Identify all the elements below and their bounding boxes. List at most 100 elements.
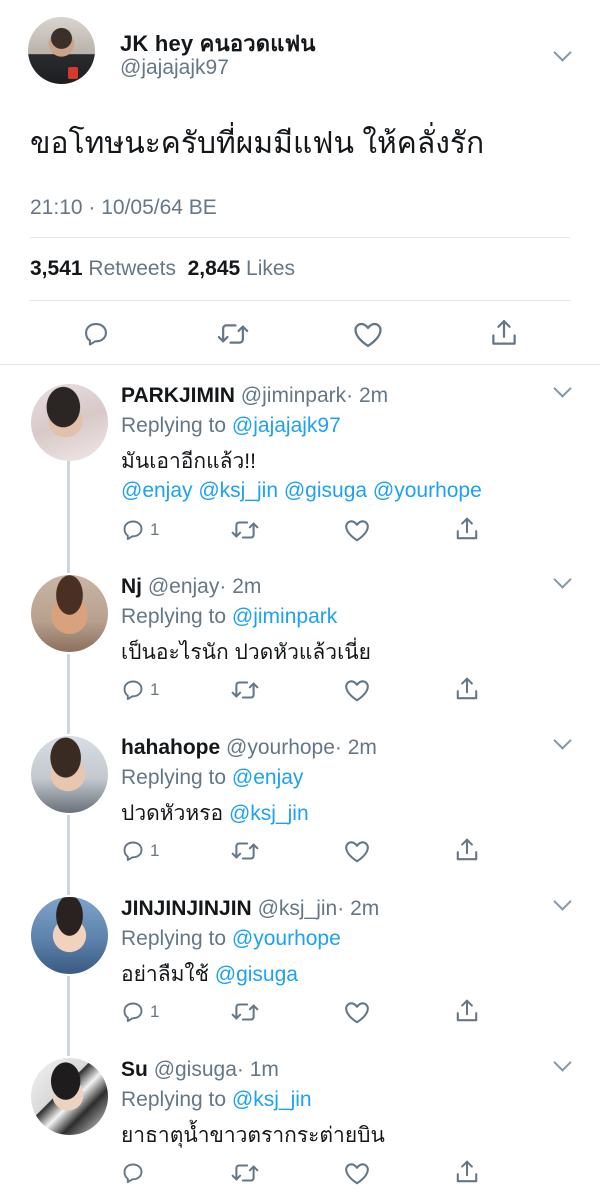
user-handle[interactable]: @jajajajk97: [120, 56, 229, 80]
replying-to-handle[interactable]: @enjay: [232, 766, 304, 789]
reply-actions: 1: [121, 837, 481, 865]
avatar[interactable]: [31, 1058, 108, 1135]
like-button[interactable]: [344, 518, 370, 542]
retweet-label[interactable]: Retweets: [88, 257, 176, 280]
divider: [30, 300, 570, 301]
display-name[interactable]: hahahope: [121, 736, 220, 759]
replying-to-handle[interactable]: @jajajajk97: [232, 414, 341, 437]
tweet-timestamp: 21:10 · 10/05/64 BE: [30, 196, 217, 219]
like-button[interactable]: [344, 1161, 370, 1185]
retweet-icon: [231, 842, 259, 860]
reply-actions: 1: [121, 998, 481, 1026]
reply-header: Su @gisuga· 1m: [121, 1058, 279, 1082]
reply-tweet[interactable]: hahahope @yourhope· 2m Replying to @enja…: [0, 718, 600, 879]
reply-body: เป็นอะไรนัก ปวดหัวแล้วเนี่ย: [121, 641, 371, 664]
divider: [0, 364, 600, 365]
reply-text: มันเอาอีกแล้ว!!: [121, 445, 256, 479]
reply-mentions[interactable]: @enjay @ksj_jin @gisuga @yourhope: [121, 479, 482, 503]
reply-button[interactable]: [82, 320, 110, 348]
reply-tweet[interactable]: JINJINJINJIN @ksj_jin· 2m Replying to @y…: [0, 879, 600, 1040]
user-handle[interactable]: @jiminpark: [241, 384, 346, 407]
reply-tweet[interactable]: PARKJIMIN @jiminpark· 2m Replying to @ja…: [0, 366, 600, 542]
reply-body: อย่าลืมใช้: [121, 963, 215, 986]
like-label[interactable]: Likes: [246, 257, 295, 280]
chevron-down-icon[interactable]: [553, 43, 572, 62]
tweet-actions: [30, 316, 570, 352]
reply-tweet[interactable]: Su @gisuga· 1m Replying to @ksj_jin ยาธา…: [0, 1040, 600, 1201]
tweet-detail-page: JK hey คนอวดแฟน @jajajajk97 ขอโทษนะครับท…: [0, 0, 600, 1200]
chevron-down-icon[interactable]: [553, 570, 572, 589]
retweet-icon: [231, 681, 259, 699]
replying-to-handle[interactable]: @yourhope: [232, 927, 341, 950]
reply-button[interactable]: 1: [121, 1000, 159, 1024]
like-button[interactable]: [344, 839, 370, 863]
reply-text: เป็นอะไรนัก ปวดหัวแล้วเนี่ย: [121, 636, 371, 670]
retweet-icon: [231, 521, 259, 539]
display-name[interactable]: Nj: [121, 575, 142, 598]
chevron-down-icon[interactable]: [553, 731, 572, 750]
reply-button[interactable]: 1: [121, 518, 159, 542]
retweet-button[interactable]: [231, 1161, 259, 1185]
user-handle[interactable]: @ksj_jin: [258, 897, 338, 920]
reply-text: ปวดหัวหรอ @ksj_jin: [121, 797, 309, 831]
reply-button[interactable]: 1: [121, 839, 159, 863]
reply-icon: [123, 841, 143, 861]
replying-to-label: Replying to: [121, 605, 227, 628]
divider: [30, 237, 570, 238]
share-button[interactable]: [455, 1159, 479, 1185]
retweet-button[interactable]: [231, 839, 259, 863]
reply-time: · 2m: [334, 736, 377, 759]
like-button[interactable]: [344, 678, 370, 702]
replying-to-handle[interactable]: @ksj_jin: [232, 1088, 312, 1111]
reply-count: 1: [150, 680, 160, 699]
like-count[interactable]: 2,845: [188, 257, 241, 280]
reply-actions: 1: [121, 516, 481, 544]
reply-tweet[interactable]: Nj @enjay· 2m Replying to @jiminpark เป็…: [0, 557, 600, 718]
share-icon: [456, 517, 478, 540]
user-handle[interactable]: @gisuga: [154, 1058, 237, 1081]
mention-link[interactable]: @ksj_jin: [229, 802, 309, 825]
retweet-button[interactable]: [231, 518, 259, 542]
share-button[interactable]: [455, 676, 479, 702]
avatar[interactable]: [31, 897, 108, 974]
user-handle[interactable]: @yourhope: [226, 736, 335, 759]
chevron-down-icon[interactable]: [553, 892, 572, 911]
share-icon: [456, 838, 478, 861]
avatar[interactable]: [31, 575, 108, 652]
like-button[interactable]: [353, 320, 383, 348]
reply-icon: [123, 1002, 143, 1022]
display-name[interactable]: JINJINJINJIN: [121, 897, 252, 920]
retweet-icon: [217, 324, 249, 344]
share-button[interactable]: [490, 318, 518, 348]
reply-count: 1: [150, 1002, 160, 1021]
retweet-button[interactable]: [231, 1000, 259, 1024]
display-name[interactable]: PARKJIMIN: [121, 384, 235, 407]
reply-actions: [121, 1159, 481, 1187]
share-button[interactable]: [455, 516, 479, 542]
reply-body: มันเอาอีกแล้ว!!: [121, 450, 256, 473]
retweet-button[interactable]: [217, 320, 249, 348]
share-icon: [456, 677, 478, 700]
share-button[interactable]: [455, 837, 479, 863]
like-button[interactable]: [344, 1000, 370, 1024]
chevron-down-icon[interactable]: [553, 379, 572, 398]
reply-time: · 2m: [219, 575, 262, 598]
reply-button[interactable]: [121, 1161, 145, 1185]
user-handle[interactable]: @enjay: [148, 575, 220, 598]
avatar[interactable]: [28, 17, 95, 84]
replying-to-handle[interactable]: @jiminpark: [232, 605, 337, 628]
reply-icon: [123, 1163, 143, 1183]
replying-to-label: Replying to: [121, 414, 227, 437]
chevron-down-icon[interactable]: [553, 1053, 572, 1072]
reply-header: JINJINJINJIN @ksj_jin· 2m: [121, 897, 379, 921]
display-name[interactable]: Su: [121, 1058, 148, 1081]
like-icon: [354, 322, 382, 347]
avatar[interactable]: [31, 736, 108, 813]
share-button[interactable]: [455, 998, 479, 1024]
retweet-button[interactable]: [231, 678, 259, 702]
reply-actions: 1: [121, 676, 481, 704]
retweet-count[interactable]: 3,541: [30, 257, 83, 280]
mention-link[interactable]: @gisuga: [215, 963, 298, 986]
reply-button[interactable]: 1: [121, 678, 159, 702]
avatar[interactable]: [31, 384, 108, 461]
